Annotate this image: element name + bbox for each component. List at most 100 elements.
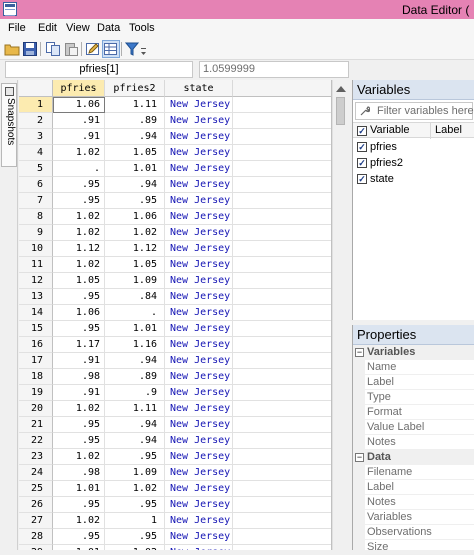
- cell-state[interactable]: New Jersey: [165, 193, 233, 209]
- grid-vertical-scrollbar[interactable]: [332, 80, 348, 550]
- cell-pfries[interactable]: .98: [53, 465, 105, 481]
- label-column-header[interactable]: Label: [435, 124, 462, 136]
- cell-pfries2[interactable]: .94: [105, 353, 165, 369]
- cell-state[interactable]: New Jersey: [165, 241, 233, 257]
- variable-column-header[interactable]: Variable: [370, 124, 410, 136]
- cell-pfries[interactable]: 1.02: [53, 513, 105, 529]
- cell-pfries[interactable]: 1.06: [53, 97, 105, 113]
- menu-view[interactable]: View: [66, 22, 90, 34]
- row-number[interactable]: 15: [19, 321, 53, 337]
- cell-value-field[interactable]: 1.0599999: [199, 61, 349, 78]
- cell-pfries2[interactable]: .94: [105, 129, 165, 145]
- row-number[interactable]: 19: [19, 385, 53, 401]
- cell-state[interactable]: New Jersey: [165, 273, 233, 289]
- empty-cell[interactable]: [233, 369, 331, 385]
- empty-cell[interactable]: [233, 321, 331, 337]
- table-row[interactable]: 18.98.89 New Jersey: [19, 369, 331, 385]
- table-row[interactable]: 5. 1.01 New Jersey: [19, 161, 331, 177]
- cell-pfries2[interactable]: 1.01: [105, 321, 165, 337]
- row-number[interactable]: 26: [19, 497, 53, 513]
- cell-state[interactable]: New Jersey: [165, 369, 233, 385]
- row-number[interactable]: 4: [19, 145, 53, 161]
- empty-cell[interactable]: [233, 113, 331, 129]
- wrench-icon[interactable]: [360, 106, 370, 116]
- empty-cell[interactable]: [233, 385, 331, 401]
- cell-pfries[interactable]: .95: [53, 497, 105, 513]
- filter-variables-input[interactable]: Filter variables here: [355, 102, 474, 120]
- property-row[interactable]: Variables: [353, 510, 474, 525]
- empty-cell[interactable]: [233, 225, 331, 241]
- table-row[interactable]: 22.95.94 New Jersey: [19, 433, 331, 449]
- cell-state[interactable]: New Jersey: [165, 529, 233, 545]
- cell-pfries[interactable]: .91: [53, 353, 105, 369]
- copy-icon[interactable]: [45, 41, 61, 57]
- save-icon[interactable]: [22, 41, 38, 57]
- cell-state[interactable]: New Jersey: [165, 305, 233, 321]
- row-number[interactable]: 29: [19, 545, 53, 550]
- row-number[interactable]: 28: [19, 529, 53, 545]
- table-row[interactable]: 21.95.94 New Jersey: [19, 417, 331, 433]
- empty-cell[interactable]: [233, 497, 331, 513]
- table-row[interactable]: 26.95.95 New Jersey: [19, 497, 331, 513]
- cell-pfries2[interactable]: .95: [105, 529, 165, 545]
- scroll-up-arrow-icon[interactable]: [336, 86, 346, 92]
- row-number[interactable]: 11: [19, 257, 53, 273]
- cell-pfries[interactable]: 1.01: [53, 545, 105, 550]
- cell-pfries[interactable]: 1.05: [53, 273, 105, 289]
- table-row[interactable]: 24.98 1.09 New Jersey: [19, 465, 331, 481]
- cell-state[interactable]: New Jersey: [165, 97, 233, 113]
- table-row[interactable]: 291.011.02New Jersey: [19, 545, 331, 550]
- cell-pfries2[interactable]: 1.02: [105, 225, 165, 241]
- empty-cell[interactable]: [233, 193, 331, 209]
- cell-state[interactable]: New Jersey: [165, 433, 233, 449]
- table-row[interactable]: 19.91.9 New Jersey: [19, 385, 331, 401]
- cell-pfries2[interactable]: 1.01: [105, 161, 165, 177]
- cell-pfries[interactable]: .: [53, 161, 105, 177]
- cell-state[interactable]: New Jersey: [165, 337, 233, 353]
- scroll-thumb[interactable]: [336, 97, 345, 125]
- cell-pfries2[interactable]: .: [105, 305, 165, 321]
- table-row[interactable]: 23 1.02.95 New Jersey: [19, 449, 331, 465]
- property-row[interactable]: Notes: [353, 495, 474, 510]
- cell-state[interactable]: New Jersey: [165, 401, 233, 417]
- empty-cell[interactable]: [233, 465, 331, 481]
- row-number[interactable]: 12: [19, 273, 53, 289]
- cell-state[interactable]: New Jersey: [165, 177, 233, 193]
- empty-cell[interactable]: [233, 449, 331, 465]
- cell-pfries[interactable]: .95: [53, 417, 105, 433]
- row-number[interactable]: 16: [19, 337, 53, 353]
- menu-file[interactable]: File: [8, 22, 26, 34]
- row-number[interactable]: 9: [19, 225, 53, 241]
- table-row[interactable]: 7.95.95 New Jersey: [19, 193, 331, 209]
- table-row[interactable]: 10 1.12 1.12 New Jersey: [19, 241, 331, 257]
- cell-pfries2[interactable]: 1.02: [105, 545, 165, 550]
- property-row[interactable]: Value Label: [353, 420, 474, 435]
- empty-cell[interactable]: [233, 257, 331, 273]
- row-number[interactable]: 18: [19, 369, 53, 385]
- data-editor-app-icon[interactable]: [3, 2, 17, 16]
- cell-pfries2[interactable]: 1.11: [105, 97, 165, 113]
- cell-pfries2[interactable]: 1.16: [105, 337, 165, 353]
- cell-state[interactable]: New Jersey: [165, 465, 233, 481]
- cell-pfries[interactable]: .98: [53, 369, 105, 385]
- properties-section-data[interactable]: − Data: [353, 450, 474, 465]
- menu-data[interactable]: Data: [97, 22, 120, 34]
- collapse-icon[interactable]: −: [355, 348, 364, 357]
- table-row[interactable]: 25 1.01 1.02 New Jersey: [19, 481, 331, 497]
- filter-icon[interactable]: [125, 41, 147, 57]
- cell-pfries[interactable]: .95: [53, 289, 105, 305]
- row-number[interactable]: 5: [19, 161, 53, 177]
- row-number[interactable]: 25: [19, 481, 53, 497]
- variable-row-pfries[interactable]: ✓ pfries: [353, 139, 474, 155]
- cell-pfries[interactable]: 1.02: [53, 209, 105, 225]
- empty-cell[interactable]: [233, 177, 331, 193]
- table-row[interactable]: 8 1.02 1.06 New Jersey: [19, 209, 331, 225]
- variable-row-pfries2[interactable]: ✓ pfries2: [353, 155, 474, 171]
- cell-state[interactable]: New Jersey: [165, 113, 233, 129]
- table-row[interactable]: 4 1.02 1.05 New Jersey: [19, 145, 331, 161]
- table-row[interactable]: 27 1.02 1 New Jersey: [19, 513, 331, 529]
- cell-pfries[interactable]: 1.17: [53, 337, 105, 353]
- property-row[interactable]: Observations: [353, 525, 474, 540]
- data-grid[interactable]: pfries pfries2 state 1 1.06 1.11 New Jersey…: [19, 80, 332, 550]
- snapshots-tab[interactable]: Snapshots: [1, 83, 17, 167]
